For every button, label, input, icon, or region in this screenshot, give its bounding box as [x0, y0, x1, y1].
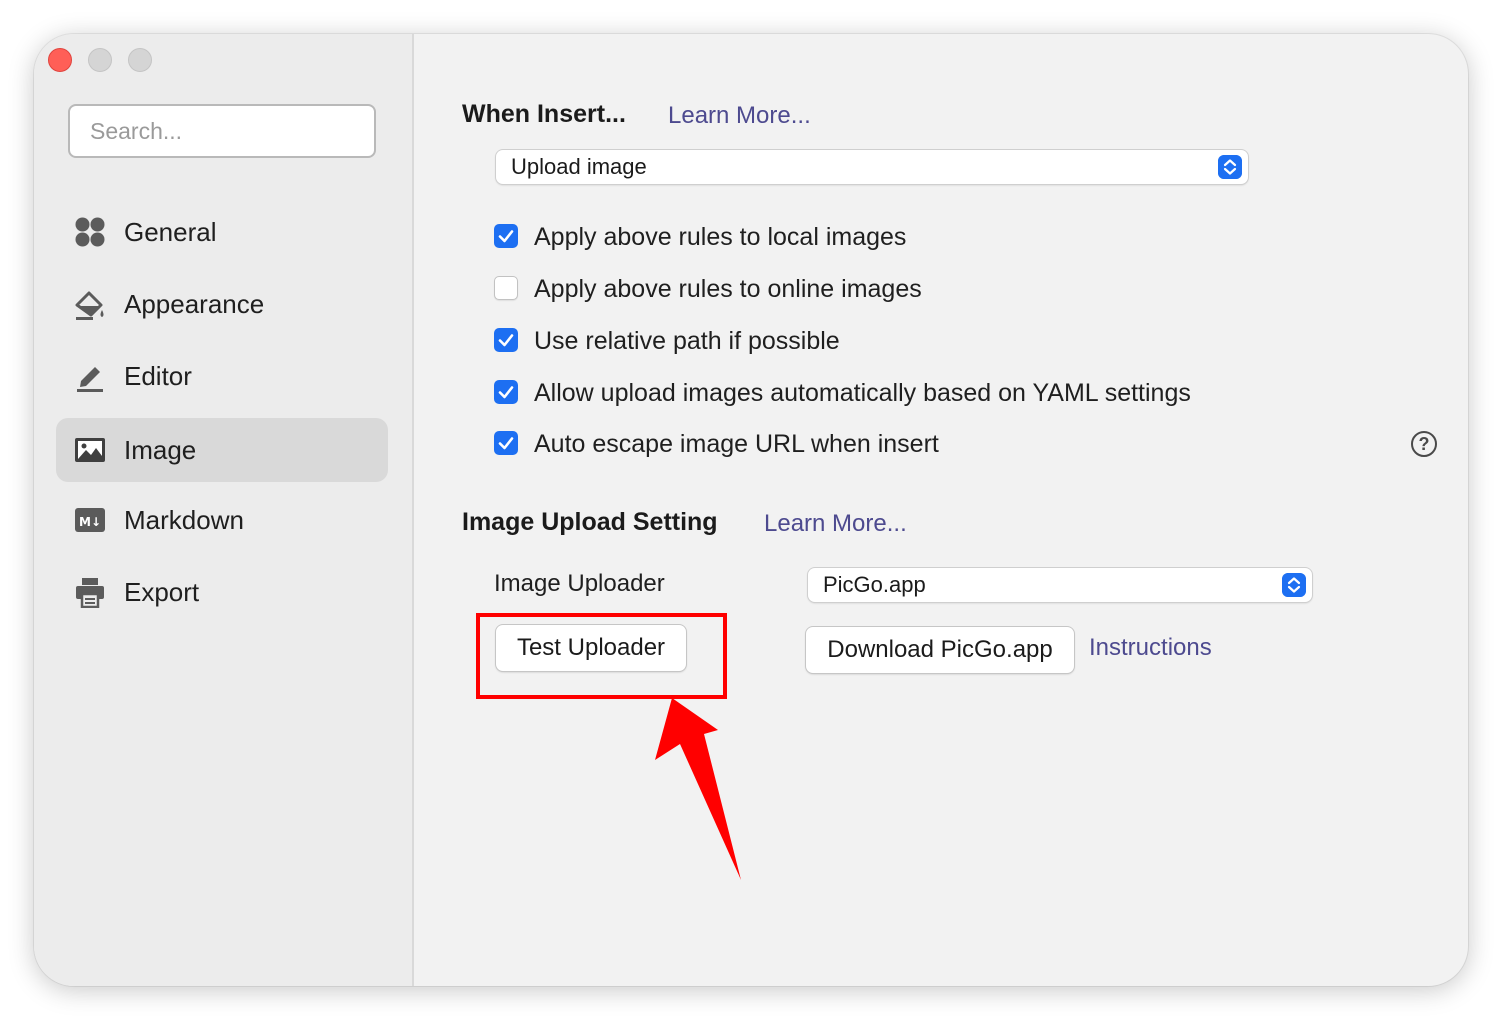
when-insert-select-value: Upload image	[511, 154, 647, 179]
image-uploader-select-value: PicGo.app	[823, 572, 926, 597]
preferences-window: General Appearance Editor	[34, 34, 1468, 986]
when-insert-heading: When Insert...	[462, 100, 626, 128]
printer-icon	[76, 578, 104, 608]
chevron-up-down-icon	[1282, 573, 1306, 597]
sidebar-item-label: General	[124, 217, 217, 247]
chevron-up-down-icon	[1218, 155, 1242, 179]
sidebar-item-export[interactable]: Export	[56, 560, 388, 624]
option-label: Apply above rules to online images	[534, 275, 922, 303]
option-label: Allow upload images automatically based …	[534, 379, 1191, 407]
sidebar-item-label: Markdown	[124, 505, 244, 535]
image-uploader-select[interactable]: PicGo.app	[808, 568, 1312, 602]
help-icon[interactable]: ?	[1411, 431, 1437, 457]
annotation-highlight-box	[476, 613, 727, 699]
sidebar-item-editor[interactable]: Editor	[56, 344, 388, 408]
sidebar-item-label: Image	[124, 435, 197, 465]
sidebar-item-general[interactable]: General	[56, 200, 388, 264]
sidebar-item-label: Appearance	[124, 289, 265, 319]
settings-panel: When Insert... Learn More... Upload imag…	[414, 34, 1468, 986]
pencil-icon	[77, 367, 103, 392]
sidebar-item-appearance[interactable]: Appearance	[56, 272, 388, 336]
sidebar-item-markdown[interactable]: M↓ Markdown	[56, 488, 388, 552]
download-picgo-button[interactable]: Download PicGo.app	[806, 627, 1074, 673]
upload-setting-heading: Image Upload Setting	[462, 508, 718, 536]
sidebar-item-label: Export	[124, 577, 200, 607]
checkbox-checked[interactable]	[494, 328, 518, 352]
upload-setting-learn-more-link[interactable]: Learn More...	[764, 510, 907, 538]
checkbox-checked[interactable]	[494, 224, 518, 248]
checkbox-checked[interactable]	[494, 380, 518, 404]
option-label: Apply above rules to local images	[534, 223, 907, 251]
maximize-window-button[interactable]	[128, 48, 152, 72]
minimize-window-button[interactable]	[88, 48, 112, 72]
paint-bucket-icon	[75, 291, 104, 320]
checkbox-unchecked[interactable]	[494, 276, 518, 300]
image-icon	[75, 438, 105, 462]
checkbox-checked[interactable]	[494, 431, 518, 455]
when-insert-learn-more-link[interactable]: Learn More...	[668, 102, 811, 130]
option-label: Auto escape image URL when insert	[534, 430, 939, 458]
image-uploader-label: Image Uploader	[494, 570, 665, 597]
option-label: Use relative path if possible	[534, 327, 840, 355]
svg-text:M↓: M↓	[79, 515, 101, 529]
markdown-icon: M↓	[75, 508, 105, 532]
grid-icon	[75, 217, 105, 247]
sidebar-item-image[interactable]: Image	[56, 418, 388, 482]
close-window-button[interactable]	[48, 48, 72, 72]
sidebar: General Appearance Editor	[34, 34, 414, 986]
annotation-arrow-icon	[655, 698, 741, 880]
instructions-link[interactable]: Instructions	[1089, 634, 1212, 662]
sidebar-item-label: Editor	[124, 361, 192, 391]
search-input[interactable]	[68, 104, 376, 158]
when-insert-select[interactable]: Upload image	[496, 150, 1248, 184]
